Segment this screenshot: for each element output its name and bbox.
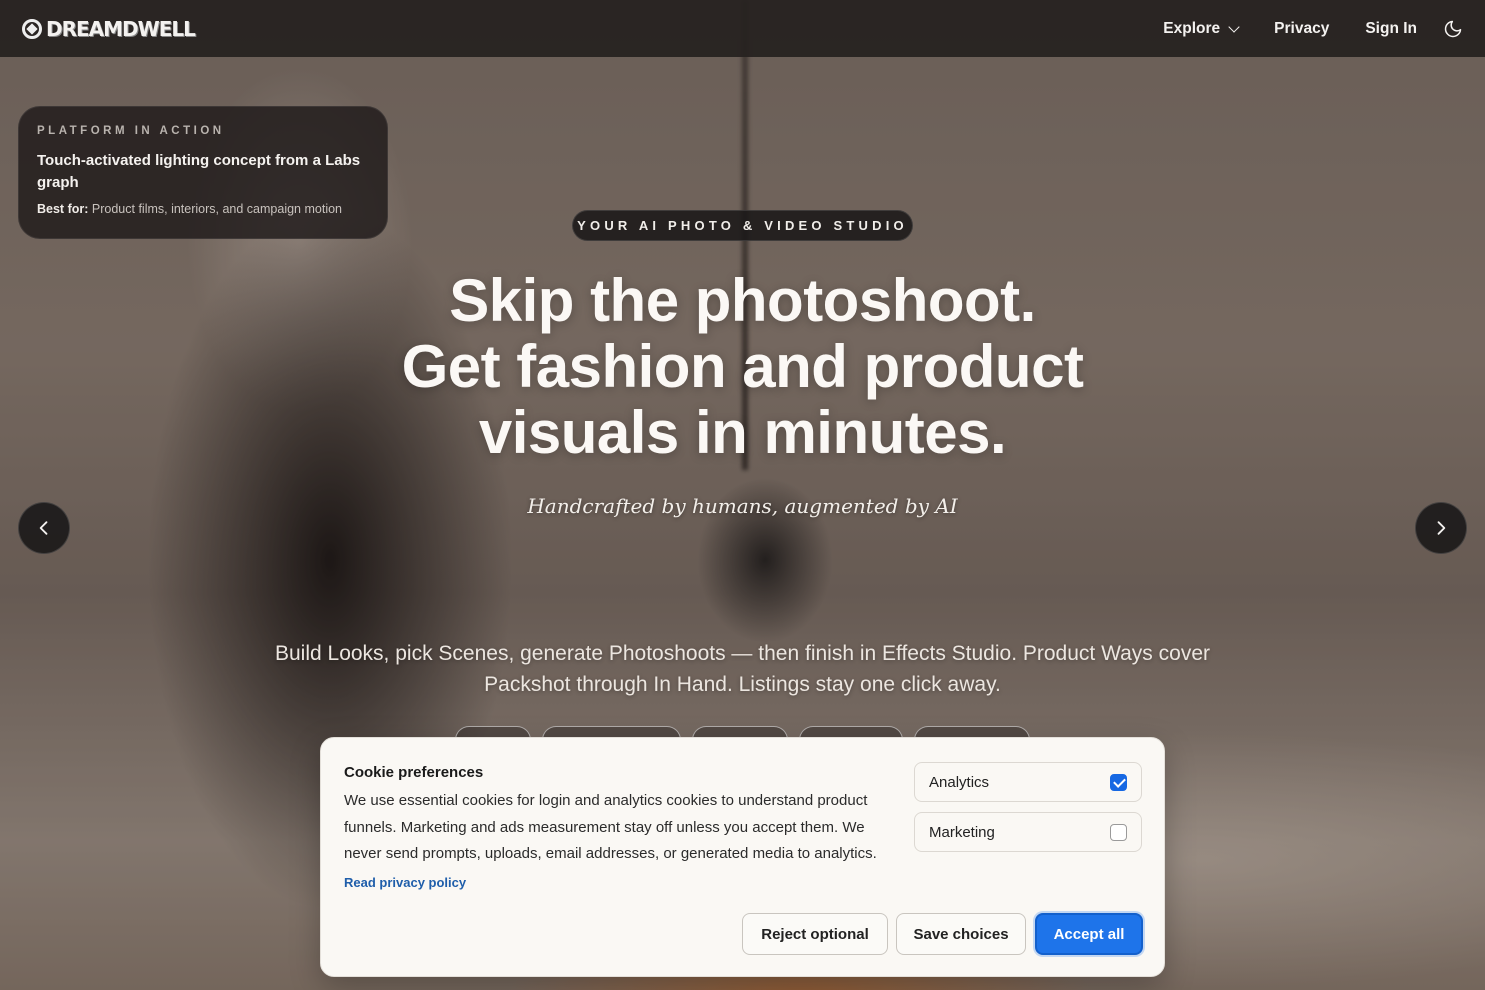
carousel-next-button[interactable] [1415,502,1467,554]
hero-subcopy: Build Looks, pick Scenes, generate Photo… [274,642,1210,696]
reject-optional-button[interactable]: Reject optional [742,913,888,955]
headline-line-3: visuals in minutes. [478,399,1007,466]
cookie-description: We use essential cookies for login and a… [344,792,877,862]
nav-explore[interactable]: Explore [1163,19,1240,38]
cookie-preferences-dialog: Cookie preferences We use essential cook… [320,737,1165,977]
nav-links: Explore Privacy Sign In [1163,19,1463,39]
moon-icon[interactable] [1443,19,1463,39]
logo[interactable]: DREAMDWELL [22,16,196,41]
info-card-best-for: Best for: Product films, interiors, and … [37,202,369,216]
hero-tagline: Handcrafted by humans, augmented by AI [527,494,958,518]
nav-sign-in[interactable]: Sign In [1365,20,1417,38]
chevron-down-icon [1228,20,1240,33]
marketing-option[interactable]: Marketing [914,812,1142,852]
chevron-left-icon [39,521,48,535]
logo-mark-icon [22,18,42,39]
privacy-policy-link[interactable]: Read privacy policy [344,875,466,890]
save-choices-button[interactable]: Save choices [896,913,1026,955]
nav-privacy[interactable]: Privacy [1274,20,1329,38]
marketing-checkbox[interactable] [1110,823,1127,841]
best-for-label: Best for: [37,202,89,216]
logo-text: DREAMDWELL [46,16,196,41]
hero-eyebrow-pill: YOUR AI PHOTO & VIDEO STUDIO [572,210,913,241]
top-navigation: DREAMDWELL Explore Privacy Sign In [0,0,1485,57]
analytics-option[interactable]: Analytics [914,762,1142,802]
chevron-right-icon [1437,521,1446,535]
carousel-prev-button[interactable] [18,502,70,554]
analytics-checkbox[interactable] [1110,773,1127,791]
info-card-title: Touch-activated lighting concept from a … [37,152,361,191]
headline-line-1: Skip the photoshoot. [449,267,1036,334]
best-for-value: Product films, interiors, and campaign m… [91,202,343,216]
marketing-label: Marketing [929,823,995,841]
headline-line-2: Get fashion and product [401,333,1084,400]
hero-headline: Skip the photoshoot. Get fashion and pro… [300,268,1185,466]
nav-explore-label: Explore [1163,19,1221,37]
analytics-label: Analytics [929,773,990,791]
cookie-title: Cookie preferences [344,764,484,781]
accept-all-button[interactable]: Accept all [1035,913,1143,955]
info-card-eyebrow: PLATFORM IN ACTION [37,125,225,137]
platform-info-card: PLATFORM IN ACTION Touch-activated light… [18,106,388,239]
